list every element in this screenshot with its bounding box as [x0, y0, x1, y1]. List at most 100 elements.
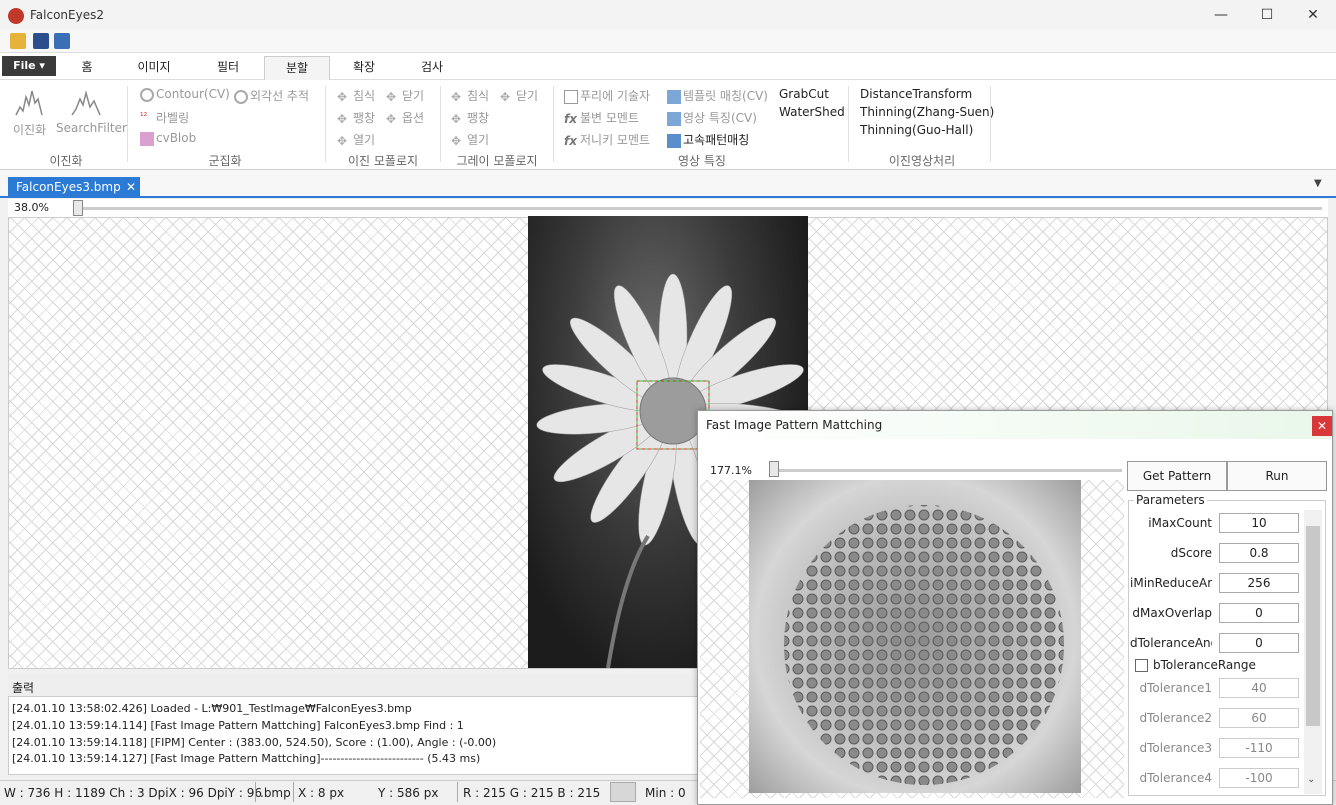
tab-filter[interactable]: 필터 [195, 56, 261, 80]
invariant-moment-label: 불변 모멘트 [580, 111, 640, 125]
param-label: iMaxCount [1148, 516, 1212, 530]
histogram-icon [15, 90, 43, 116]
template-matching-button[interactable]: 템플릿 매칭(CV) [667, 87, 768, 104]
param-input[interactable]: 0.8 [1219, 543, 1299, 563]
document-tab-label: FalconEyes3.bmp [16, 180, 121, 194]
template-label: 템플릿 매칭(CV) [683, 89, 768, 103]
thinning-guo-hall-button[interactable]: Thinning(Guo-Hall) [860, 123, 973, 137]
labeling-icon: ¹² [140, 111, 148, 122]
gray-open-label: 열기 [467, 133, 490, 147]
fast-pattern-label: 고속패턴매칭 [683, 133, 750, 147]
option-icon: ✥ [386, 111, 397, 126]
fx-icon: fx [564, 111, 577, 126]
tolerance-input[interactable]: -100 [1219, 768, 1299, 788]
param-label: dMaxOverlap [1132, 606, 1212, 620]
gray-dilate-icon: ✥ [451, 111, 462, 126]
scrollbar-thumb[interactable] [1306, 526, 1320, 726]
tab-extension[interactable]: 확장 [331, 56, 397, 80]
tolerance-input[interactable]: -110 [1219, 738, 1299, 758]
cvblob-button[interactable]: cvBlob [140, 131, 196, 146]
contour-cv-button[interactable]: Contour(CV) [140, 87, 230, 102]
search-filter-button[interactable]: SearchFilter [56, 121, 127, 135]
status-y: Y : 586 px [378, 786, 439, 800]
dialog-zoom-track[interactable] [770, 469, 1122, 472]
tolerance-range-checkbox[interactable] [1135, 659, 1148, 672]
erode-icon: ✥ [337, 89, 348, 104]
gray-erode-button[interactable]: ✥ 침식 [451, 87, 489, 104]
close-morph-icon: ✥ [386, 89, 397, 104]
tab-inspection[interactable]: 검사 [399, 56, 465, 80]
dialog-zoom-thumb[interactable] [769, 461, 779, 477]
gray-close-button[interactable]: ✥ 닫기 [500, 87, 538, 104]
binary-erode-button[interactable]: ✥ 침식 [337, 87, 375, 104]
param-input[interactable]: 256 [1219, 573, 1299, 593]
distance-transform-button[interactable]: DistanceTransform [860, 87, 972, 101]
gray-erode-icon: ✥ [451, 89, 462, 104]
tolerance-input[interactable]: 40 [1219, 678, 1299, 698]
image-feature-button[interactable]: 영상 특징(CV) [667, 109, 757, 126]
tab-overflow-icon[interactable]: ▼ [1314, 178, 1322, 189]
tolerance-label: dTolerance4 [1139, 771, 1212, 785]
fourier-icon [564, 89, 578, 104]
window-title: FalconEyes2 [30, 8, 104, 22]
outline-trace-label: 외각선 추적 [250, 89, 310, 103]
search-filter-icon [71, 90, 101, 116]
zernike-moment-button[interactable]: fx 저니키 모멘트 [564, 131, 650, 148]
status-separator [255, 782, 256, 802]
open-folder-icon[interactable] [10, 33, 26, 49]
outline-trace-button[interactable]: 외각선 추적 [234, 87, 309, 104]
log-line: [24.01.10 13:59:14.127] [Fast Image Patt… [12, 752, 481, 765]
zoom-slider-track[interactable] [78, 207, 1322, 210]
status-separator [457, 782, 458, 802]
save-as-icon[interactable] [54, 33, 70, 49]
param-input[interactable]: 10 [1219, 513, 1299, 533]
thinning-zhang-suen-button[interactable]: Thinning(Zhang-Suen) [860, 105, 994, 119]
watershed-button[interactable]: WaterShed [779, 105, 845, 119]
tab-home[interactable]: 홈 [54, 56, 120, 80]
binary-open-button[interactable]: ✥ 열기 [337, 131, 375, 148]
dialog-title: Fast Image Pattern Mattching [706, 418, 883, 432]
binarize-button[interactable]: 이진화 [13, 121, 46, 138]
close-tab-icon[interactable]: ✕ [126, 177, 136, 197]
close-button[interactable]: ✕ [1290, 0, 1336, 30]
param-input[interactable]: 0 [1219, 603, 1299, 623]
status-x: X : 8 px [298, 786, 345, 800]
document-tab-bar [0, 170, 1336, 198]
minimize-button[interactable]: — [1198, 0, 1244, 30]
tab-image[interactable]: 이미지 [121, 56, 187, 80]
cvblob-label: cvBlob [156, 131, 197, 145]
run-button[interactable]: Run [1227, 461, 1327, 491]
log-line: [24.01.10 13:58:02.426] Loaded - L:₩901_… [12, 702, 412, 715]
gray-open-button[interactable]: ✥ 열기 [451, 131, 489, 148]
group-label-binarize: 이진화 [49, 154, 83, 168]
file-menu-button[interactable]: File ▾ [2, 56, 56, 76]
labeling-button[interactable]: ¹² 라벨링 [140, 109, 189, 126]
app-logo-icon [8, 8, 24, 24]
tab-segmentation[interactable]: 분할 [264, 56, 330, 80]
zoom-slider-thumb[interactable] [73, 200, 83, 216]
fourier-descriptor-button[interactable]: 푸리에 기술자 [564, 87, 650, 104]
tolerance-input[interactable]: 60 [1219, 708, 1299, 728]
save-icon[interactable] [33, 33, 49, 49]
gray-dilate-button[interactable]: ✥ 팽창 [451, 109, 489, 126]
status-ext: .bmp [260, 786, 291, 800]
gray-close-icon: ✥ [500, 89, 511, 104]
tolerance-label: dTolerance3 [1139, 741, 1212, 755]
scroll-down-icon[interactable]: ⌄ [1307, 774, 1315, 785]
binary-dilate-button[interactable]: ✥ 팽창 [337, 109, 375, 126]
binary-close-button[interactable]: ✥ 닫기 [386, 87, 424, 104]
grabcut-button[interactable]: GrabCut [779, 87, 829, 101]
invariant-moment-button[interactable]: fx 불변 모멘트 [564, 109, 639, 126]
binary-option-button[interactable]: ✥ 옵션 [386, 109, 424, 126]
ribbon-separator [325, 86, 326, 162]
parameters-title: Parameters [1134, 493, 1207, 507]
param-label: dToleranceAngle [1130, 636, 1212, 650]
dialog-close-button[interactable]: ✕ [1312, 416, 1332, 436]
param-input[interactable]: 0 [1219, 633, 1299, 653]
pattern-matching-icon [667, 133, 681, 148]
document-tab[interactable]: FalconEyes3.bmp ✕ [8, 177, 140, 198]
maximize-button[interactable]: ☐ [1244, 0, 1290, 30]
fast-pattern-matching-button[interactable]: 고속패턴매칭 [667, 131, 749, 148]
get-pattern-button[interactable]: Get Pattern [1127, 461, 1227, 491]
gray-open-icon: ✥ [451, 133, 462, 148]
